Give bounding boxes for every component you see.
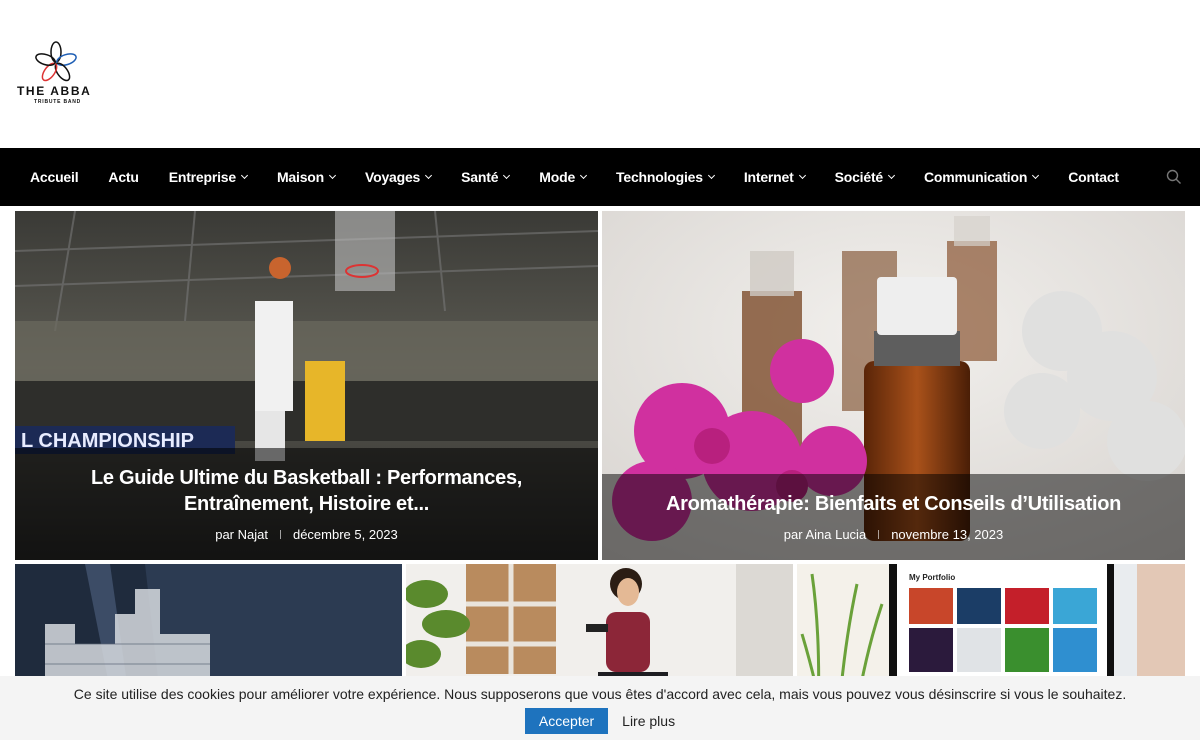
featured-post-overlay: Aromathérapie: Bienfaits et Conseils d’U… <box>602 474 1185 560</box>
featured-post-basketball[interactable]: L CHAMPIONSHIP Le Guide Ultime du Basket… <box>15 211 598 560</box>
chevron-down-icon <box>887 171 896 179</box>
nav-item-label: Santé <box>461 169 499 185</box>
nav-item-label: Actu <box>108 169 139 185</box>
meta-separator <box>878 530 880 539</box>
flower-logo-icon <box>35 41 77 82</box>
chevron-down-icon <box>503 171 511 179</box>
chevron-down-icon <box>580 171 588 179</box>
nav-item-label: Société <box>834 169 884 185</box>
post-meta: par Najat décembre 5, 2023 <box>215 527 398 542</box>
post-title[interactable]: Aromathérapie: Bienfaits et Conseils d’U… <box>666 491 1121 517</box>
meta-separator <box>279 530 281 539</box>
nav-item-label: Voyages <box>365 169 421 185</box>
cookie-message: Ce site utilise des cookies pour amélior… <box>73 686 1127 702</box>
nav-item-voyages[interactable]: Voyages <box>350 169 446 185</box>
accept-cookies-button[interactable]: Accepter <box>524 708 609 734</box>
nav-item-communication[interactable]: Communication <box>909 169 1053 185</box>
nav-item-mode[interactable]: Mode <box>524 169 601 185</box>
nav-item-technologies[interactable]: Technologies <box>601 169 729 185</box>
post-date: novembre 13, 2023 <box>891 527 1004 542</box>
main-navigation: Accueil Actu Entreprise Maison Voyages Santé M… <box>0 148 1200 206</box>
nav-item-label: Communication <box>924 169 1028 185</box>
post-meta: par Aina Lucia novembre 13, 2023 <box>784 527 1003 542</box>
post-author[interactable]: par Aina Lucia <box>784 527 866 542</box>
portfolio-heading: My Portfolio <box>909 573 955 582</box>
chevron-down-icon <box>425 171 433 179</box>
nav-item-label: Entreprise <box>168 169 236 185</box>
chevron-down-icon <box>240 171 249 179</box>
post-title[interactable]: Le Guide Ultime du Basketball : Performa… <box>35 465 578 517</box>
logo-subtitle: TRIBUTE BAND <box>34 99 82 105</box>
nav-item-accueil[interactable]: Accueil <box>15 169 93 185</box>
nav-item-label: Internet <box>743 169 794 185</box>
site-header: THE ABBA TRIBUTE BAND <box>0 0 1200 148</box>
post-author[interactable]: par Najat <box>215 527 268 542</box>
nav-item-contact[interactable]: Contact <box>1053 169 1134 185</box>
cookie-actions: Accepter Lire plus <box>0 708 1200 734</box>
featured-post-overlay: Le Guide Ultime du Basketball : Performa… <box>15 448 598 560</box>
nav-item-label: Technologies <box>616 169 703 185</box>
nav-item-label: Contact <box>1068 169 1119 185</box>
nav-item-sante[interactable]: Santé <box>446 169 524 185</box>
site-logo[interactable]: THE ABBA TRIBUTE BAND <box>14 38 104 108</box>
chevron-down-icon <box>707 171 715 179</box>
cookie-consent-bar: Ce site utilise des cookies pour amélior… <box>0 676 1200 740</box>
nav-items: Accueil Actu Entreprise Maison Voyages Santé M… <box>15 148 1134 206</box>
nav-item-label: Maison <box>276 169 324 185</box>
logo-title: THE ABBA <box>17 84 92 98</box>
read-more-link[interactable]: Lire plus <box>622 713 675 729</box>
nav-item-label: Mode <box>539 169 576 185</box>
nav-item-label: Accueil <box>30 169 79 185</box>
featured-post-aromatherapy[interactable]: Aromathérapie: Bienfaits et Conseils d’U… <box>602 211 1185 560</box>
nav-item-entreprise[interactable]: Entreprise <box>154 169 262 185</box>
nav-item-maison[interactable]: Maison <box>262 169 350 185</box>
chevron-down-icon <box>328 171 337 179</box>
nav-item-actu[interactable]: Actu <box>93 169 153 185</box>
search-icon[interactable] <box>1166 169 1182 185</box>
chevron-down-icon <box>1032 171 1040 179</box>
nav-item-internet[interactable]: Internet <box>729 169 820 185</box>
nav-item-societe[interactable]: Société <box>820 169 909 185</box>
post-date: décembre 5, 2023 <box>292 527 398 542</box>
chevron-down-icon <box>798 171 806 179</box>
